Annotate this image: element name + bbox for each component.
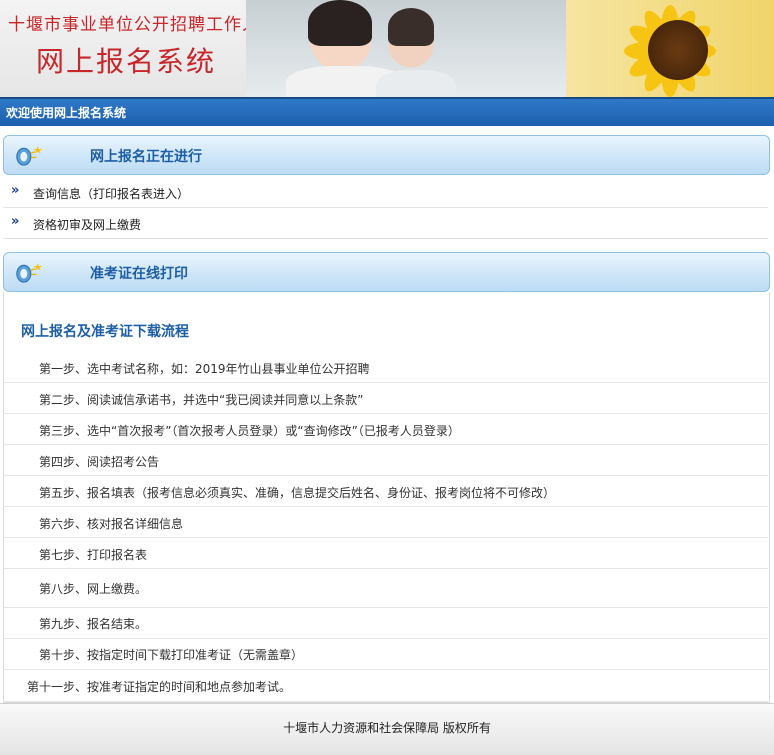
double-chevron-right-icon: » xyxy=(11,214,20,229)
welcome-bar: 欢迎使用网上报名系统 xyxy=(0,97,774,126)
process-step: 第四步、阅读招考公告 xyxy=(39,455,160,469)
list-item[interactable]: » 资格初审及网上缴费 xyxy=(3,208,768,239)
link-query-info[interactable]: 查询信息（打印报名表进入） xyxy=(33,185,189,202)
list-item: 第十一步、按准考证指定的时间和地点参加考试。 xyxy=(3,670,768,702)
process-step: 第九步、报名结束。 xyxy=(39,617,148,631)
list-item: 第四步、阅读招考公告 xyxy=(3,445,768,476)
welcome-text: 欢迎使用网上报名系统 xyxy=(6,106,127,120)
footer: 十堰市人力资源和社会保障局 版权所有 xyxy=(0,703,774,755)
process-step: 第二步、阅读诚信承诺书，并选中“我已阅读并同意以上条款” xyxy=(39,393,364,407)
banner-subtitle: 十堰市事业单位公开招聘工作人员 xyxy=(8,15,278,35)
list-item: 第六步、核对报名详细信息 xyxy=(3,507,768,538)
list-item: 第二步、阅读诚信承诺书，并选中“我已阅读并同意以上条款” xyxy=(3,383,768,414)
process-title: 网上报名及准考证下载流程 xyxy=(21,324,189,340)
section-title: 网上报名正在进行 xyxy=(90,149,202,165)
header-banner: 十堰市事业单位公开招聘工作人员 网上报名系统 xyxy=(0,0,774,97)
process-step: 第一步、选中考试名称，如：2019年竹山县事业单位公开招聘 xyxy=(39,362,370,376)
section-title[interactable]: 准考证在线打印 xyxy=(90,263,188,283)
process-step: 第十步、按指定时间下载打印准考证（无需盖章） xyxy=(39,648,304,662)
banner-operators-photo xyxy=(246,0,566,97)
section-header-admission-print[interactable]: 准考证在线打印 xyxy=(3,252,770,292)
double-chevron-right-icon: » xyxy=(11,183,20,198)
section-header-online-registration: 网上报名正在进行 xyxy=(3,135,770,175)
list-item[interactable]: » 查询信息（打印报名表进入） xyxy=(3,177,768,208)
process-step: 第三步、选中“首次报考”（首次报考人员登录）或“查询修改”（已报考人员登录） xyxy=(39,424,460,438)
process-step: 第六步、核对报名详细信息 xyxy=(39,517,184,531)
list-item: 第一步、选中考试名称，如：2019年竹山县事业单位公开招聘 xyxy=(3,352,768,383)
process-step: 第八步、网上缴费。 xyxy=(39,582,148,596)
banner-title: 网上报名系统 xyxy=(36,45,217,78)
list-item: 第三步、选中“首次报考”（首次报考人员登录）或“查询修改”（已报考人员登录） xyxy=(3,414,768,445)
speaker-icon xyxy=(16,263,42,283)
list-item: 第五步、报名填表（报考信息必须真实、准确，信息提交后姓名、身份证、报考岗位将不可… xyxy=(3,476,768,507)
list-item: 第八步、网上缴费。 xyxy=(3,569,768,608)
list-item: 第十步、按指定时间下载打印准考证（无需盖章） xyxy=(3,639,768,670)
banner-title-area: 十堰市事业单位公开招聘工作人员 网上报名系统 xyxy=(0,0,277,97)
speaker-icon xyxy=(16,146,42,166)
banner-sunflower-image xyxy=(560,0,774,97)
link-review-payment[interactable]: 资格初审及网上缴费 xyxy=(33,216,141,233)
process-step: 第七步、打印报名表 xyxy=(39,548,148,562)
copyright-text: 十堰市人力资源和社会保障局 版权所有 xyxy=(283,721,491,735)
list-item: 第九步、报名结束。 xyxy=(3,608,768,639)
process-step: 第十一步、按准考证指定的时间和地点参加考试。 xyxy=(27,680,292,694)
list-item: 第七步、打印报名表 xyxy=(3,538,768,569)
process-step: 第五步、报名填表（报考信息必须真实、准确，信息提交后姓名、身份证、报考岗位将不可… xyxy=(39,486,556,500)
